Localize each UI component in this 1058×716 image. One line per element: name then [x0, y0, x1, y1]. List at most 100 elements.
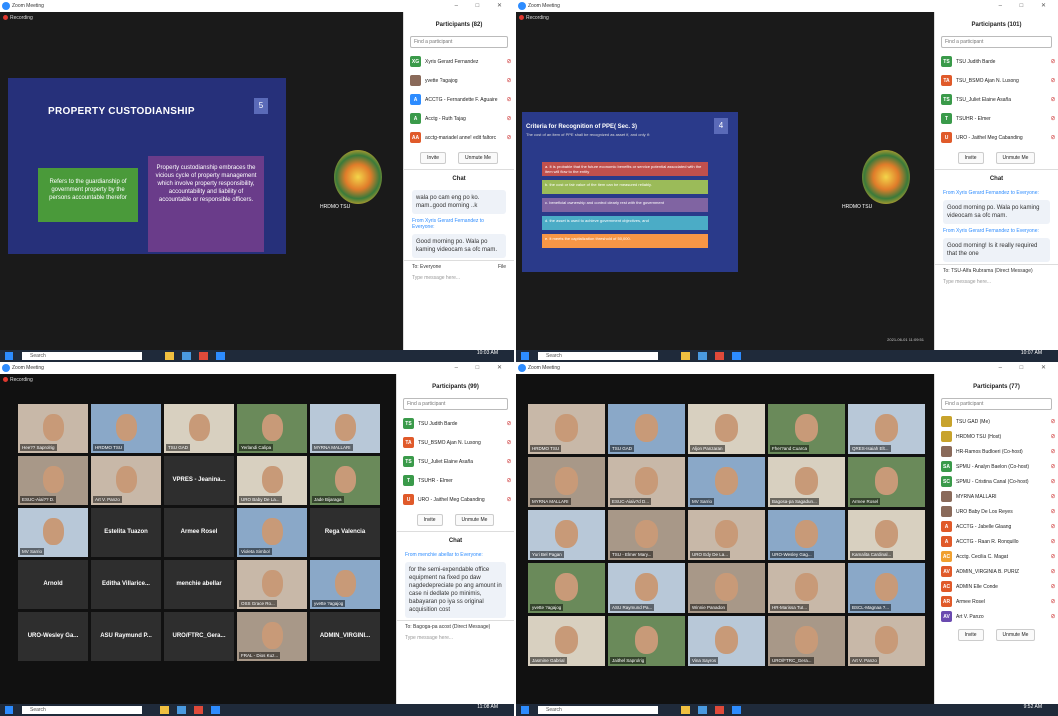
chrome-icon[interactable]: [715, 352, 724, 360]
windows-start-icon[interactable]: [521, 706, 529, 714]
chrome-icon[interactable]: [715, 706, 724, 714]
video-tile[interactable]: URO-Wesley Gag...: [768, 510, 845, 560]
chrome-icon[interactable]: [194, 706, 203, 714]
video-tile[interactable]: Armee Rosel: [164, 508, 234, 557]
taskbar-search[interactable]: Search: [538, 706, 658, 714]
muted-mic-icon[interactable]: ⊘: [504, 134, 514, 141]
muted-mic-icon[interactable]: ⊘: [1048, 418, 1058, 425]
edge-icon[interactable]: [698, 352, 707, 360]
participant-item[interactable]: AC ADMIN Elle Conde ⊘: [935, 579, 1058, 594]
video-tile[interactable]: URO/FTRC_Gera...: [164, 612, 234, 661]
video-tile[interactable]: Estelita Tuazon: [91, 508, 161, 557]
file-button[interactable]: File: [498, 264, 506, 270]
windows-start-icon[interactable]: [5, 706, 13, 714]
video-tile[interactable]: HRDMO TSU: [91, 404, 161, 453]
video-tile[interactable]: TSU GAD: [608, 404, 685, 454]
participant-item[interactable]: TS TSU_Juliet Elaine Asaña ⊘: [397, 452, 514, 471]
video-tile[interactable]: HRDMO TSU: [528, 404, 605, 454]
video-tile[interactable]: Jade Bijaraga: [310, 456, 380, 505]
video-tile[interactable]: URO/FTRC_Gera...: [768, 616, 845, 666]
video-tile[interactable]: MV Sarrio: [688, 457, 765, 507]
video-tile[interactable]: Arnold: [18, 560, 88, 609]
participant-item[interactable]: AR Armee Rosel ⊘: [935, 594, 1058, 609]
participant-search-input[interactable]: Find a participant: [410, 36, 508, 48]
muted-mic-icon[interactable]: ⊘: [504, 58, 514, 65]
chrome-icon[interactable]: [199, 352, 208, 360]
window-controls[interactable]: – □ ✕: [455, 362, 510, 374]
participant-item[interactable]: URO Baby De Los Reyes ⊘: [935, 504, 1058, 519]
video-tile[interactable]: QRES-Isaiah Elt...: [848, 404, 925, 454]
video-tile[interactable]: URO Baby De La...: [237, 456, 307, 505]
participant-item[interactable]: U URO - Jaithel Meg Cabanding ⊘: [935, 128, 1058, 147]
participant-item[interactable]: TS TSU Judith Barde ⊘: [397, 414, 514, 433]
participant-item[interactable]: A ACCTG - Fernandette F. Aguaire ⊘: [404, 90, 514, 109]
participant-item[interactable]: A ACCTG - Raan R. Ronquillo ⊘: [935, 534, 1058, 549]
participant-item[interactable]: AV Art V. Panzo ⊘: [935, 609, 1058, 624]
muted-mic-icon[interactable]: ⊘: [1048, 96, 1058, 103]
participant-item[interactable]: AC Acctg. Cecilia C. Magat ⊘: [935, 549, 1058, 564]
zoom-taskbar-icon[interactable]: [732, 352, 741, 360]
unmute-me-button[interactable]: Unmute Me: [458, 152, 498, 164]
participant-item[interactable]: HR-Ramos Budloeri (Co-host) ⊘: [935, 444, 1058, 459]
muted-mic-icon[interactable]: ⊘: [1048, 598, 1058, 605]
window-controls[interactable]: – □ ✕: [999, 0, 1054, 12]
zoom-taskbar-icon[interactable]: [732, 706, 741, 714]
video-tile[interactable]: Fher?and Cuarca: [768, 404, 845, 454]
invite-button[interactable]: Invite: [957, 152, 984, 164]
participant-item[interactable]: U URO - Jaithel Meg Cabanding ⊘: [397, 490, 514, 509]
video-tile[interactable]: MYRNA MALLARI: [310, 404, 380, 453]
video-tile[interactable]: HR-Marissa TuI...: [768, 563, 845, 613]
participant-item[interactable]: XG Xyris Gerard Fernandez ⊘: [404, 52, 514, 71]
participant-search-input[interactable]: Find a participant: [941, 398, 1052, 410]
chat-recipient[interactable]: To: TSU-Alfa Rubrama (Direct Message): [935, 264, 1058, 277]
participant-item[interactable]: HRDMO TSU (Host) ⊘: [935, 429, 1058, 444]
video-tile[interactable]: TSU GAD: [164, 404, 234, 453]
muted-mic-icon[interactable]: ⊘: [504, 458, 514, 465]
taskbar-search[interactable]: Search: [538, 352, 658, 360]
muted-mic-icon[interactable]: ⊘: [1048, 613, 1058, 620]
video-tile[interactable]: MYRNA MALLARI: [528, 457, 605, 507]
participant-item[interactable]: TSU GAD (Me) ⊘: [935, 414, 1058, 429]
participant-item[interactable]: A ACCTG - Jabelle Glaang ⊘: [935, 519, 1058, 534]
participant-item[interactable]: TA TSU_BSMO Ajan N. Lusong ⊘: [935, 71, 1058, 90]
video-tile[interactable]: URO Edy De La...: [688, 510, 765, 560]
video-tile[interactable]: ESUC-Aiai?? D.: [18, 456, 88, 505]
chat-input[interactable]: Type message here...: [404, 273, 514, 283]
video-tile[interactable]: ASU Raymund Pa...: [608, 563, 685, 613]
edge-icon[interactable]: [698, 706, 707, 714]
muted-mic-icon[interactable]: ⊘: [504, 439, 514, 446]
windows-start-icon[interactable]: [521, 352, 529, 360]
edge-icon[interactable]: [177, 706, 186, 714]
participant-search-input[interactable]: Find a participant: [403, 398, 508, 410]
muted-mic-icon[interactable]: ⊘: [504, 96, 514, 103]
chat-recipient[interactable]: To: Bagoga-pa acost (Direct Message): [397, 620, 514, 633]
window-controls[interactable]: – □ ✕: [455, 0, 510, 12]
video-tile[interactable]: BSCL-Magnaa ?...: [848, 563, 925, 613]
taskbar-search[interactable]: Search: [22, 352, 142, 360]
video-tile[interactable]: ASU Raymund P...: [91, 612, 161, 661]
video-tile[interactable]: Armee Rosel: [848, 457, 925, 507]
participant-item[interactable]: SA SPMU - Analyn Baelon (Co-host) ⊘: [935, 459, 1058, 474]
muted-mic-icon[interactable]: ⊘: [1048, 134, 1058, 141]
taskbar-search[interactable]: Search: [22, 706, 142, 714]
muted-mic-icon[interactable]: ⊘: [1048, 58, 1058, 65]
muted-mic-icon[interactable]: ⊘: [504, 420, 514, 427]
file-explorer-icon[interactable]: [165, 352, 174, 360]
unmute-me-button[interactable]: Unmute Me: [995, 152, 1036, 164]
chat-input[interactable]: Type message here...: [397, 633, 514, 643]
unmute-me-button[interactable]: Unmute Me: [995, 629, 1036, 641]
video-tile[interactable]: Aljon Panzaran: [688, 404, 765, 454]
invite-button[interactable]: Invite: [957, 629, 984, 641]
participant-item[interactable]: SC SPMU - Cristina Canal (Co-host) ⊘: [935, 474, 1058, 489]
zoom-taskbar-icon[interactable]: [211, 706, 220, 714]
file-explorer-icon[interactable]: [681, 706, 690, 714]
muted-mic-icon[interactable]: ⊘: [1048, 523, 1058, 530]
video-tile[interactable]: yvette ?agajog: [528, 563, 605, 613]
video-tile[interactable]: OSS Grace Ro...: [237, 560, 307, 609]
video-tile[interactable]: Yuri Bel Pagan: [528, 510, 605, 560]
participant-item[interactable]: AA acctg-mariadel anne! edit faltorc ⊘: [404, 128, 514, 147]
muted-mic-icon[interactable]: ⊘: [1048, 508, 1058, 515]
video-tile[interactable]: URO-Wesley Ga...: [18, 612, 88, 661]
muted-mic-icon[interactable]: ⊘: [1048, 493, 1058, 500]
video-tile[interactable]: VPRES - Jeanina...: [164, 456, 234, 505]
